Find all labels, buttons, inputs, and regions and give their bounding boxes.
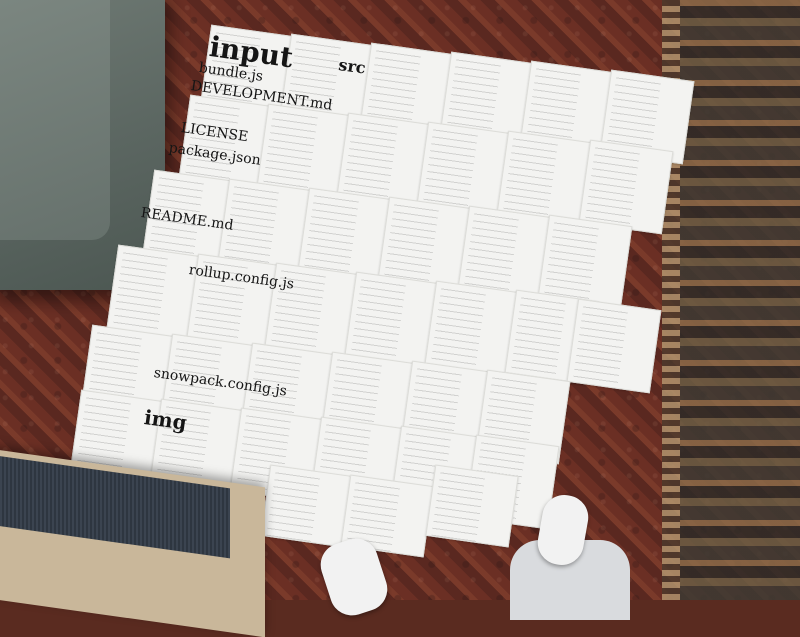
printout-page [425,464,519,548]
printout-page [260,464,354,548]
printout-page [566,298,662,394]
couch [0,0,165,290]
src-folder-label: src [337,55,367,78]
couch-cushion [0,0,110,240]
rug-border [680,0,800,600]
